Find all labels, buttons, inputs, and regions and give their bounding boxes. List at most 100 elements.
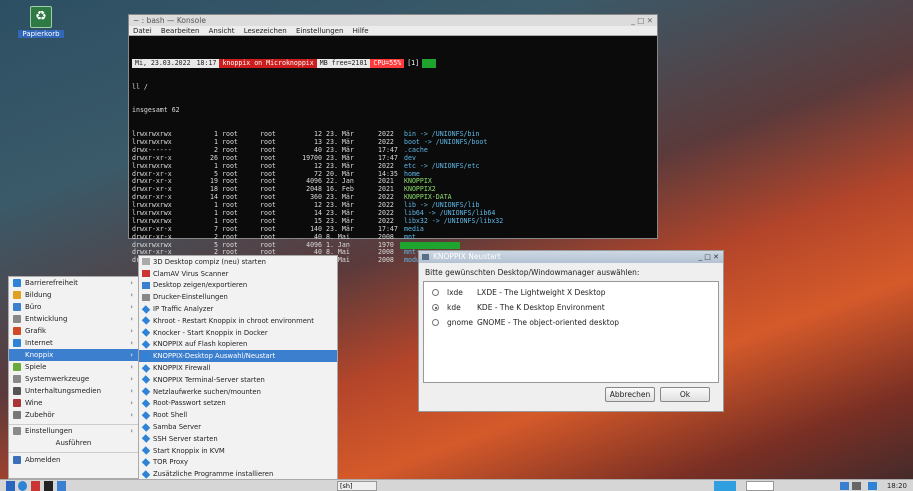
radio-button[interactable] (432, 304, 439, 311)
option-lxde[interactable]: lxde LXDE - The Lightweight X Desktop (424, 285, 718, 300)
menu-item-internet[interactable]: Internet › (9, 337, 138, 349)
submenu-item[interactable]: Drucker-Einstellungen (139, 291, 337, 303)
ok-button[interactable]: Ok (660, 387, 710, 402)
update-icon[interactable] (868, 482, 877, 490)
submenu-item-label: 3D Desktop compiz (neu) starten (153, 257, 266, 266)
submenu-item-icon (141, 375, 151, 385)
category-icon (13, 363, 21, 371)
submenu-item[interactable]: Samba Server (139, 421, 337, 433)
ls-row: lrwxrwxrwx 1 root root 12 23. Mär 2022 lib -> /… (132, 201, 657, 210)
menu-item-knoppix[interactable]: Knoppix › (9, 349, 138, 361)
menu-item-settings[interactable]: Einstellungen › (9, 424, 138, 436)
option-kde[interactable]: kde KDE - The K Desktop Environment (424, 300, 718, 315)
submenu-item[interactable]: Khroot - Restart Knoppix in chroot envir… (139, 315, 337, 327)
menu-item-spiele[interactable]: Spiele › (9, 361, 138, 373)
status-time: 18:17 (193, 58, 220, 68)
menu-view[interactable]: Ansicht (209, 27, 235, 35)
knoppix-submenu: 3D Desktop compiz (neu) starten ClamAV Vi… (138, 255, 338, 491)
submenu-item-label: Netzlaufwerke suchen/mounten (153, 387, 261, 396)
menu-item-run[interactable]: Ausführen (9, 436, 138, 450)
submenu-item-label: IP Traffic Analyzer (153, 305, 214, 314)
dialog-titlebar[interactable]: KNOPPIX Neustart _ □ ✕ (419, 251, 723, 263)
submenu-item-icon (141, 340, 151, 349)
menu-item-logout[interactable]: Abmelden (9, 452, 138, 466)
menu-item-bildung[interactable]: Bildung › (9, 289, 138, 301)
terminal-window[interactable]: ~ : bash — Konsole _ □ ✕ Datei Bearbeite… (128, 14, 658, 264)
menu-bookmarks[interactable]: Lesezeichen (244, 27, 287, 35)
ls-row: drwxr-xr-x 14 root root 360 23. Mär 2022 KNOPPI… (132, 193, 657, 202)
submenu-item-label: SSH Server starten (153, 434, 218, 443)
workspace-switcher[interactable] (714, 481, 736, 491)
menu-edit[interactable]: Bearbeiten (161, 27, 199, 35)
submenu-item[interactable]: Desktop zeigen/exportieren (139, 280, 337, 292)
submenu-item-icon (141, 399, 151, 408)
menu-item-label: Knoppix (25, 351, 54, 359)
file-manager-icon[interactable] (31, 481, 40, 491)
menu-item-systemwerkzeuge[interactable]: Systemwerkzeuge › (9, 373, 138, 385)
submenu-item-label: Desktop zeigen/exportieren (153, 281, 248, 290)
chevron-right-icon: › (130, 363, 133, 371)
submenu-item[interactable]: SSH Server starten (139, 433, 337, 445)
submenu-item-label: KNOPPIX Firewall (153, 364, 211, 373)
menu-item-wine[interactable]: Wine › (9, 397, 138, 409)
submenu-item[interactable]: TOR Proxy (139, 457, 337, 469)
restart-dialog[interactable]: KNOPPIX Neustart _ □ ✕ Bitte gewünschten… (418, 250, 724, 412)
menu-help[interactable]: Hilfe (353, 27, 369, 35)
terminal-launcher-icon[interactable] (44, 481, 53, 491)
menu-item-barrierefreiheit[interactable]: Barrierefreiheit › (9, 277, 138, 289)
submenu-item-icon (142, 281, 150, 289)
submenu-item[interactable]: ClamAV Virus Scanner (139, 268, 337, 280)
menu-file[interactable]: Datei (133, 27, 152, 35)
settings-icon (13, 426, 21, 435)
menu-item-unterhaltungsmedien[interactable]: Unterhaltungsmedien › (9, 385, 138, 397)
submenu-item[interactable]: Netzlaufwerke suchen/mounten (139, 386, 337, 398)
radio-button[interactable] (432, 319, 439, 326)
start-menu-icon[interactable] (6, 481, 15, 491)
submenu-item[interactable]: Root-Passwort setzen (139, 398, 337, 410)
submenu-item[interactable]: KNOPPIX Firewall (139, 362, 337, 374)
workspace-pager[interactable] (746, 481, 774, 491)
submenu-item-icon (141, 363, 151, 373)
category-icon (13, 351, 21, 359)
submenu-item[interactable]: Start Knoppix in KVM (139, 445, 337, 457)
dialog-title: KNOPPIX Neustart (433, 252, 501, 261)
chevron-right-icon: › (130, 327, 133, 335)
ls-row: drwxr-xr-x 2 root root 40 8. Mai 2008 mnt (132, 233, 657, 242)
menu-item-label: Wine (25, 399, 43, 407)
window-controls[interactable]: _ □ ✕ (631, 15, 653, 26)
option-key: kde (447, 303, 461, 312)
submenu-item[interactable]: KNOPPIX Terminal-Server starten (139, 374, 337, 386)
option-key: lxde (447, 288, 463, 297)
submenu-item[interactable]: Root Shell (139, 409, 337, 421)
category-icon (13, 399, 21, 407)
trash-desktop-icon[interactable]: ♻ Papierkorb (18, 6, 64, 38)
menu-item-zubehör[interactable]: Zubehör › (9, 409, 138, 421)
terminal-output[interactable]: Mi, 23.03.2022 18:17 knoppix on Microkno… (129, 36, 657, 281)
browser-icon[interactable] (18, 481, 27, 491)
cancel-button[interactable]: Abbrechen (605, 387, 655, 402)
option-gnome[interactable]: gnome GNOME - The object-oriented desktop (424, 315, 718, 330)
submenu-item[interactable]: KNOPPIX-Desktop Auswahl/Neustart (139, 350, 337, 363)
radio-button[interactable] (432, 289, 439, 296)
option-description: KDE - The K Desktop Environment (477, 303, 605, 312)
menu-item-büro[interactable]: Büro › (9, 301, 138, 313)
terminal-titlebar[interactable]: ~ : bash — Konsole _ □ ✕ (129, 15, 657, 26)
taskbar-task[interactable]: [sh] (337, 481, 377, 491)
dialog-prompt: Bitte gewünschten Desktop/Windowmanager … (425, 268, 640, 277)
submenu-item[interactable]: KNOPPIX auf Flash kopieren (139, 339, 337, 351)
category-icon (13, 375, 21, 383)
menu-item-entwicklung[interactable]: Entwicklung › (9, 313, 138, 325)
dialog-controls[interactable]: _ □ ✕ (699, 251, 719, 263)
chevron-right-icon: › (130, 426, 133, 435)
menu-item-label: Internet (25, 339, 53, 347)
submenu-item-label: KNOPPIX Terminal-Server starten (153, 375, 265, 384)
network-icon[interactable] (840, 482, 849, 490)
submenu-item[interactable]: Knocker - Start Knoppix in Docker (139, 327, 337, 339)
submenu-item[interactable]: 3D Desktop compiz (neu) starten (139, 256, 337, 268)
menu-item-grafik[interactable]: Grafik › (9, 325, 138, 337)
app-launcher-icon[interactable] (57, 481, 66, 491)
menu-settings[interactable]: Einstellungen (296, 27, 343, 35)
volume-icon[interactable] (852, 482, 861, 490)
submenu-item[interactable]: IP Traffic Analyzer (139, 303, 337, 315)
submenu-item-icon (141, 458, 151, 467)
